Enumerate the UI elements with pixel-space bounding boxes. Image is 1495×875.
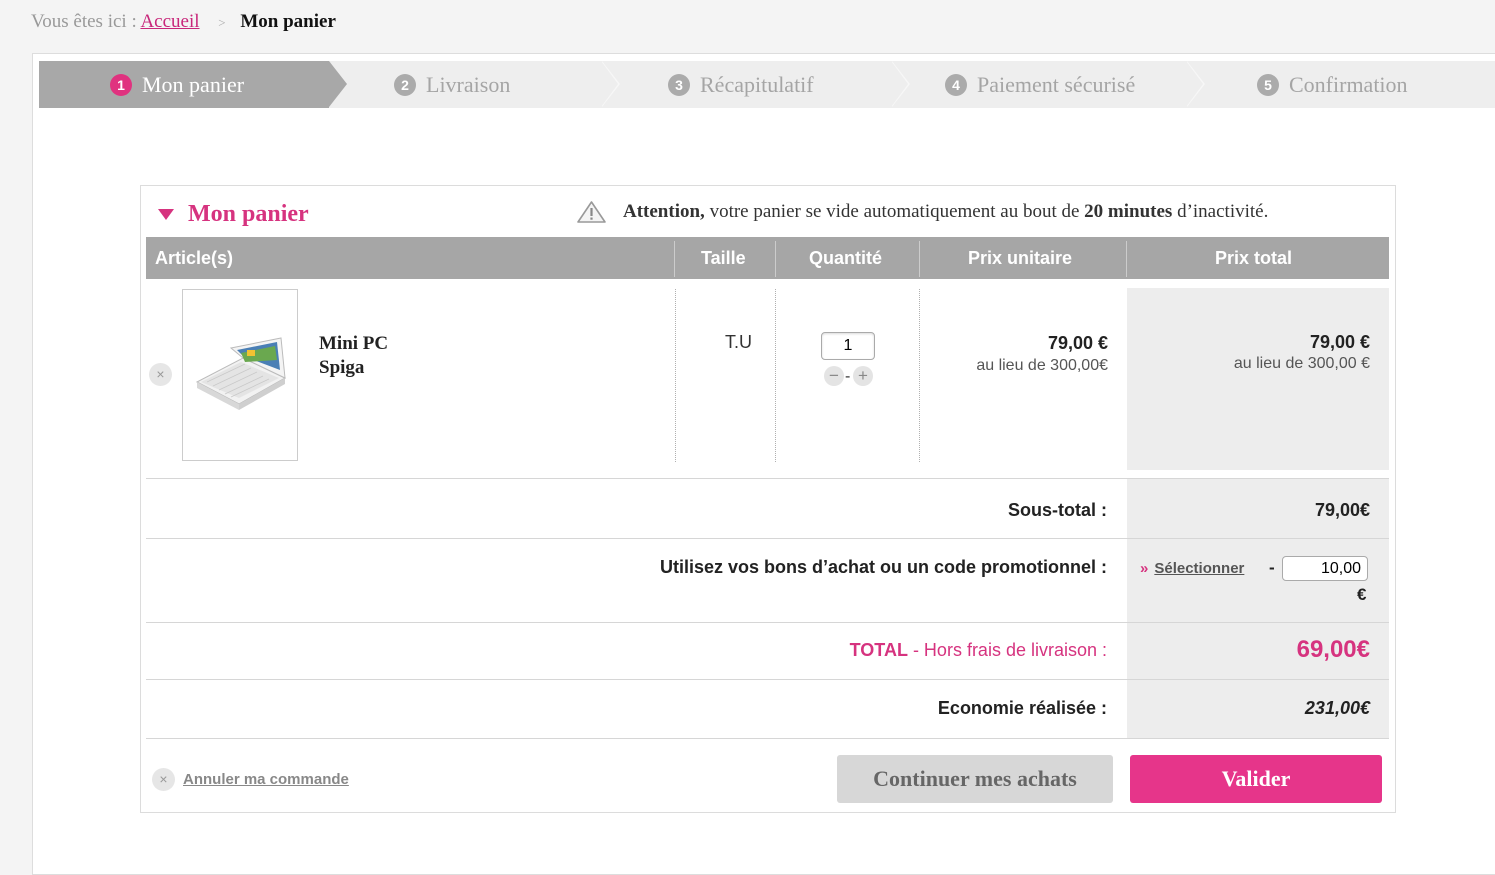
col-articles: Article(s): [155, 248, 234, 268]
step-label: Confirmation: [1289, 71, 1408, 97]
breadcrumb-current: Mon panier: [240, 11, 336, 32]
total-label-rest: - Hors frais de livraison :: [907, 640, 1107, 660]
quantity-increase-button[interactable]: +: [853, 366, 873, 386]
remove-item-button[interactable]: ×: [149, 363, 172, 386]
step-separator-inner: [601, 61, 618, 107]
col-divider: [674, 241, 675, 277]
promo-select-label: Sélectionner: [1154, 560, 1245, 577]
row-divider-line: [146, 738, 1389, 739]
cancel-order-link[interactable]: × Annuler ma commande: [152, 768, 349, 791]
cancel-order-label: Annuler ma commande: [183, 771, 349, 788]
total-price-old: au lieu de 300,00 €: [1233, 355, 1370, 372]
step-label: Livraison: [426, 71, 511, 97]
warning-text-2: d’inactivité.: [1172, 201, 1269, 222]
promo-minus-sign: -: [1269, 558, 1275, 577]
row-divider: [675, 289, 676, 462]
breadcrumb: Vous êtes ici : Accueil > Mon panier: [31, 11, 336, 33]
step-number: 3: [668, 73, 690, 96]
row-divider: [775, 289, 776, 462]
col-prix-unitaire: Prix unitaire: [968, 248, 1073, 268]
promo-amount-input[interactable]: [1282, 556, 1368, 581]
warning-bold-1: Attention,: [623, 201, 705, 222]
breadcrumb-separator: >: [218, 15, 226, 30]
active-step-arrow: [329, 61, 347, 107]
col-divider: [919, 241, 920, 277]
step-separator-inner: [891, 61, 908, 107]
total-label-bold: TOTAL: [849, 640, 908, 660]
step-mon-panier: 1 Mon panier: [110, 61, 244, 108]
col-quantite: Quantité: [809, 248, 883, 268]
checkout-steps: 1 Mon panier 2 Livraison 3 Récapitulatif…: [39, 61, 1495, 108]
total-label: TOTAL - Hors frais de livraison :: [850, 640, 1107, 661]
product-name[interactable]: Mini PC Spiga: [319, 332, 388, 380]
collapse-triangle-icon: [158, 209, 174, 220]
cart-table-header: Article(s) Taille Quantité Prix unitaire…: [146, 237, 1389, 279]
step-paiement: 4 Paiement sécurisé: [945, 61, 1135, 108]
col-divider: [775, 241, 776, 277]
product-name-line-2: Spiga: [319, 357, 365, 378]
row-divider: [919, 289, 920, 462]
step-number: 4: [945, 73, 967, 96]
double-chevron-icon: »: [1140, 560, 1149, 577]
total-value: 69,00€: [1296, 636, 1370, 663]
validate-button[interactable]: Valider: [1130, 755, 1382, 803]
continue-shopping-button[interactable]: Continuer mes achats: [837, 755, 1113, 803]
product-name-line-1: Mini PC: [319, 333, 389, 354]
subtotal-label: Sous-total :: [1008, 500, 1107, 520]
col-taille: Taille: [701, 248, 746, 268]
inactivity-warning: Attention, votre panier se vide automati…: [576, 200, 1268, 224]
warning-triangle-icon: [577, 201, 606, 223]
breadcrumb-prefix: Vous êtes ici :: [31, 11, 137, 32]
cart-title[interactable]: Mon panier: [158, 201, 309, 228]
step-label: Récapitulatif: [700, 71, 814, 97]
col-divider: [1126, 241, 1127, 277]
promo-select-link[interactable]: » Sélectionner: [1140, 560, 1244, 577]
product-size: T.U: [725, 332, 752, 352]
savings-value: 231,00€: [1304, 698, 1370, 718]
total-price-cell: [1127, 288, 1389, 470]
step-confirmation: 5 Confirmation: [1257, 61, 1408, 108]
savings-label: Economie réalisée :: [937, 698, 1107, 718]
step-livraison: 2 Livraison: [394, 61, 510, 108]
unit-price-old: au lieu de 300,00€: [976, 357, 1108, 374]
quantity-decrease-button[interactable]: −: [824, 366, 844, 386]
cart-title-text: Mon panier: [188, 201, 309, 227]
product-image[interactable]: [182, 289, 298, 461]
close-icon: ×: [152, 768, 175, 791]
step-label: Paiement sécurisé: [977, 71, 1136, 97]
step-number: 2: [394, 73, 416, 96]
total-price: 79,00 €: [1309, 332, 1370, 352]
promo-label: Utilisez vos bons d’achat ou un code pro…: [659, 557, 1107, 577]
step-separator-inner: [1186, 61, 1203, 107]
breadcrumb-home-link[interactable]: Accueil: [140, 11, 199, 32]
step-number: 1: [110, 73, 132, 96]
subtotal-value: 79,00€: [1314, 500, 1370, 520]
mini-pc-image: [195, 337, 287, 410]
step-label: Mon panier: [142, 71, 245, 97]
promo-currency: €: [1357, 585, 1367, 604]
unit-price: 79,00 €: [1047, 333, 1108, 353]
step-number: 5: [1257, 73, 1279, 96]
warning-bold-2: 20 minutes: [1084, 201, 1173, 222]
quantity-input[interactable]: [821, 332, 875, 360]
quantity-dash: -: [845, 368, 851, 385]
step-recapitulatif: 3 Récapitulatif: [668, 61, 814, 108]
col-prix-total: Prix total: [1215, 248, 1293, 268]
warning-text-1: votre panier se vide automatiquement au …: [704, 201, 1085, 222]
